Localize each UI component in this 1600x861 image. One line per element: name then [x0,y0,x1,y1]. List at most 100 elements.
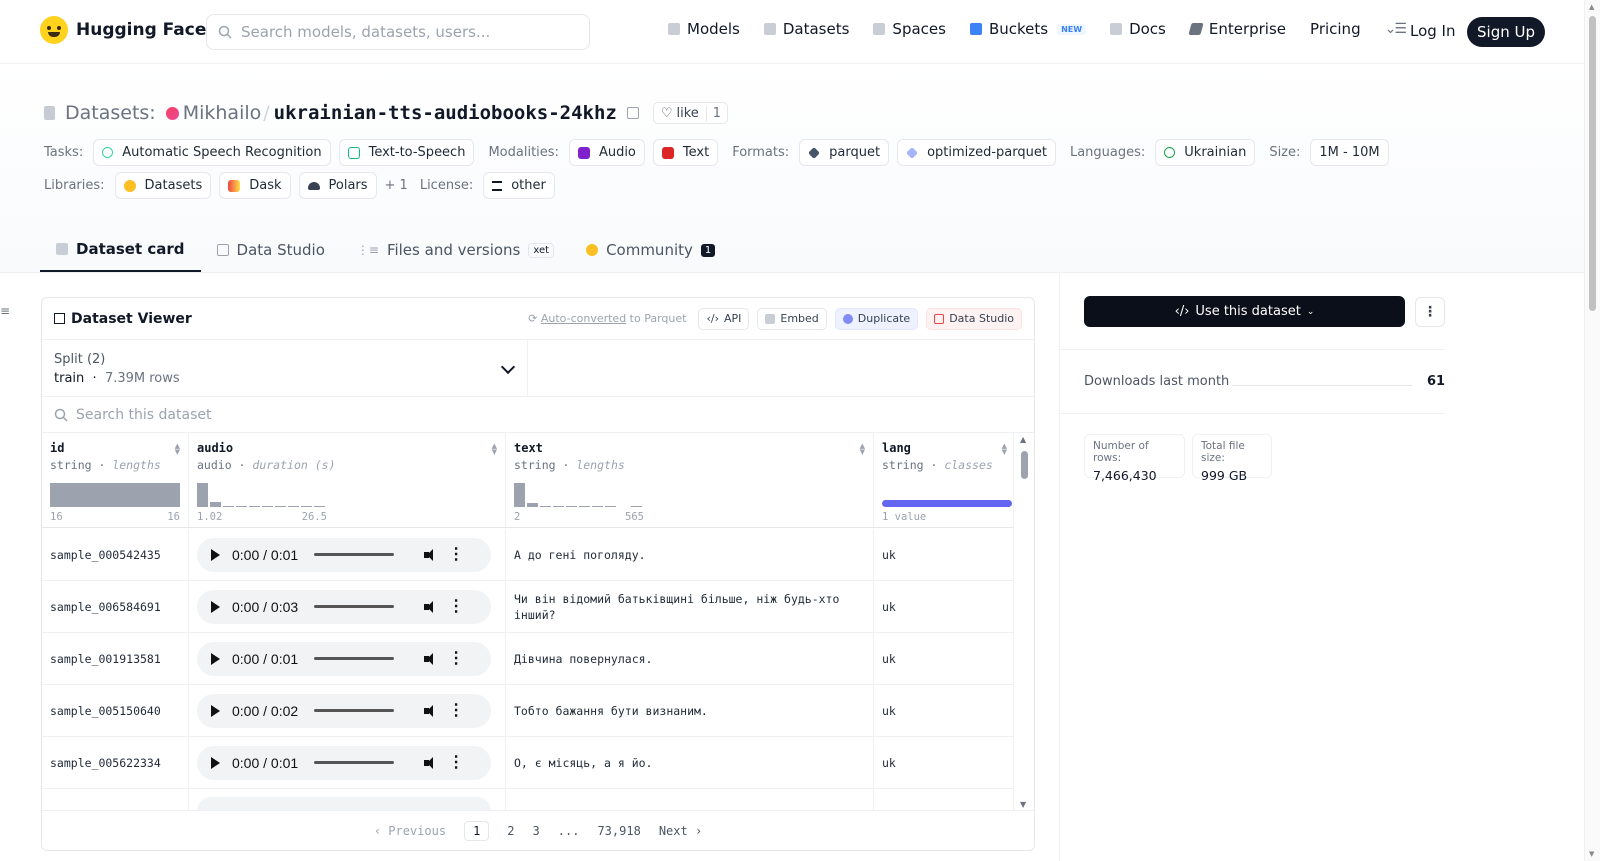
sort-icon[interactable]: ▲ ▼ [860,443,865,456]
play-icon[interactable] [211,756,220,769]
more-actions-button[interactable]: ⋮ [1415,297,1445,327]
tag-modality-text[interactable]: Text [652,139,719,166]
tag-format-optimized-parquet[interactable]: optimized-parquet [897,139,1056,166]
audio-progress-bar[interactable] [314,657,395,660]
sort-icon[interactable]: ▲ ▼ [175,443,180,456]
more-options-icon[interactable]: ⋮ [448,650,464,666]
brand-logo[interactable]: Hugging Face [40,16,206,44]
more-options-icon[interactable]: ⋮ [448,702,464,718]
page-1-button[interactable]: 1 [464,820,490,841]
table-row[interactable]: sample_001913581 0:00 / 0:01 ⋮ Дівчина по… [42,633,1015,685]
play-icon[interactable] [211,704,220,717]
next-page-button[interactable]: Next › [659,824,702,838]
scrollbar-thumb[interactable] [1021,451,1028,479]
table-row-partial[interactable] [42,789,1015,811]
duplicate-button[interactable]: Duplicate [834,307,919,330]
table-row[interactable]: sample_005150640 0:00 / 0:02 ⋮ Тобто бажа… [42,685,1015,737]
play-icon[interactable] [211,600,220,613]
nav-datasets[interactable]: Datasets [763,20,849,38]
sort-icon[interactable]: ▲ ▼ [492,443,497,456]
nav-models[interactable]: Models [668,20,740,38]
table-row[interactable]: sample_000542435 0:00 / 0:01 ⋮ А до гені … [42,529,1015,581]
tab-files-versions[interactable]: ⋮≡ Files and versions xet [341,228,570,272]
audio-progress-bar[interactable] [314,605,395,608]
scroll-down-icon[interactable]: ▼ [1020,800,1026,809]
tab-community[interactable]: Community 1 [570,228,731,272]
nav-pricing[interactable]: Pricing [1310,20,1361,38]
scroll-up-icon[interactable]: ▲ [1589,3,1594,11]
nav-spaces[interactable]: Spaces [873,20,946,38]
volume-icon[interactable] [424,704,436,717]
more-options-icon[interactable]: ⋮ [448,754,464,770]
tag-license[interactable]: other [483,172,555,199]
table-row[interactable]: sample_006584691 0:00 / 0:03 ⋮ Чи він від… [42,581,1015,633]
more-menu-icon[interactable]: ⌄☰ [1385,21,1407,37]
audio-player[interactable]: 0:00 / 0:03 ⋮ [197,589,491,624]
audio-player[interactable] [197,797,491,811]
scroll-up-icon[interactable]: ▲ [1020,435,1026,444]
more-options-icon[interactable]: ⋮ [448,546,464,562]
table-scrollbar[interactable]: ▲ ▼ [1013,433,1034,811]
like-button[interactable]: ♡ like 1 [652,102,729,124]
nav-buckets[interactable]: Buckets NEW [969,20,1087,38]
tag-library-datasets[interactable]: Datasets [114,172,212,199]
audio-player[interactable]: 0:00 / 0:01 ⋮ [197,641,491,676]
histogram-min: 2 [514,511,521,523]
signup-button[interactable]: Sign Up [1467,17,1545,47]
tab-dataset-card[interactable]: Dataset card [40,228,201,272]
global-search-input[interactable]: Search models, datasets, users... [206,14,590,50]
tag-task-asr[interactable]: Automatic Speech Recognition [93,139,331,166]
column-header-text[interactable]: text string · lengths ▲ ▼ 2 565 [506,433,874,527]
column-header-lang[interactable]: lang string · classes ▲ ▼ 1 value [874,433,1015,527]
tag-library-polars[interactable]: Polars [298,172,377,199]
play-icon[interactable] [211,652,220,665]
column-header-id[interactable]: id string · lengths ▲ ▼ 16 16 [42,433,189,527]
page-scrollbar[interactable]: ▲ ▼ [1584,0,1600,861]
more-options-icon[interactable]: ⋮ [448,598,464,614]
sort-icon[interactable]: ▲ ▼ [1002,443,1007,456]
toc-toggle-icon[interactable]: ≡ [0,304,10,318]
tag-size[interactable]: 1M - 10M [1310,139,1389,166]
scroll-down-icon[interactable]: ▼ [1589,850,1594,858]
data-studio-button[interactable]: Data Studio [926,307,1022,330]
audio-player[interactable]: 0:00 / 0:01 ⋮ [197,745,491,780]
last-page-button[interactable]: 73,918 [597,824,640,838]
audio-progress-bar[interactable] [314,709,395,712]
tag-modality-audio[interactable]: Audio [568,139,645,166]
volume-icon[interactable] [424,600,436,613]
tag-library-dask[interactable]: Dask [219,172,291,199]
class-bar[interactable] [882,500,1012,507]
tag-task-tts[interactable]: Text-to-Speech [338,139,475,166]
previous-page-button[interactable]: ‹ Previous [374,824,446,838]
audio-progress-bar[interactable] [314,761,395,764]
auto-converted-link[interactable]: Auto-converted [541,312,626,325]
copy-icon[interactable] [626,107,639,119]
tab-data-studio[interactable]: Data Studio [201,228,341,272]
tag-format-parquet[interactable]: parquet [799,139,890,166]
use-dataset-button[interactable]: ‹/› Use this dataset ⌄ [1084,296,1405,327]
table-row[interactable]: sample_005622334 0:00 / 0:01 ⋮ О, є місяц… [42,737,1015,789]
split-selector[interactable]: Split (2) train · 7.39M rows [42,340,528,396]
volume-icon[interactable] [424,756,436,769]
column-header-audio[interactable]: audio audio · duration (s) ▲ ▼ 1.02 26.5 [189,433,506,527]
login-link[interactable]: Log In [1410,22,1456,40]
datasets-prefix[interactable]: Datasets: [65,102,156,124]
page-scrollbar-thumb[interactable] [1589,16,1596,311]
dataset-search-input[interactable]: Search this dataset [42,397,1034,433]
nav-docs[interactable]: Docs [1110,20,1166,38]
nav-enterprise[interactable]: Enterprise [1188,20,1286,38]
owner-link[interactable]: Mikhailo [183,102,262,124]
embed-button[interactable]: Embed [757,307,827,330]
api-button[interactable]: ‹/› API [698,307,750,330]
more-libraries[interactable]: + 1 [385,178,408,193]
audio-player[interactable]: 0:00 / 0:02 ⋮ [197,693,491,728]
volume-icon[interactable] [424,652,436,665]
tag-language-ukrainian[interactable]: Ukrainian [1155,139,1256,166]
page-2-button[interactable]: 2 [507,824,514,838]
audio-player[interactable]: 0:00 / 0:01 ⋮ [197,537,491,572]
play-icon[interactable] [211,548,220,561]
page-3-button[interactable]: 3 [533,824,540,838]
dataset-name[interactable]: ukrainian-tts-audiobooks-24khz [274,102,617,124]
volume-icon[interactable] [424,548,436,561]
audio-progress-bar[interactable] [314,553,395,556]
